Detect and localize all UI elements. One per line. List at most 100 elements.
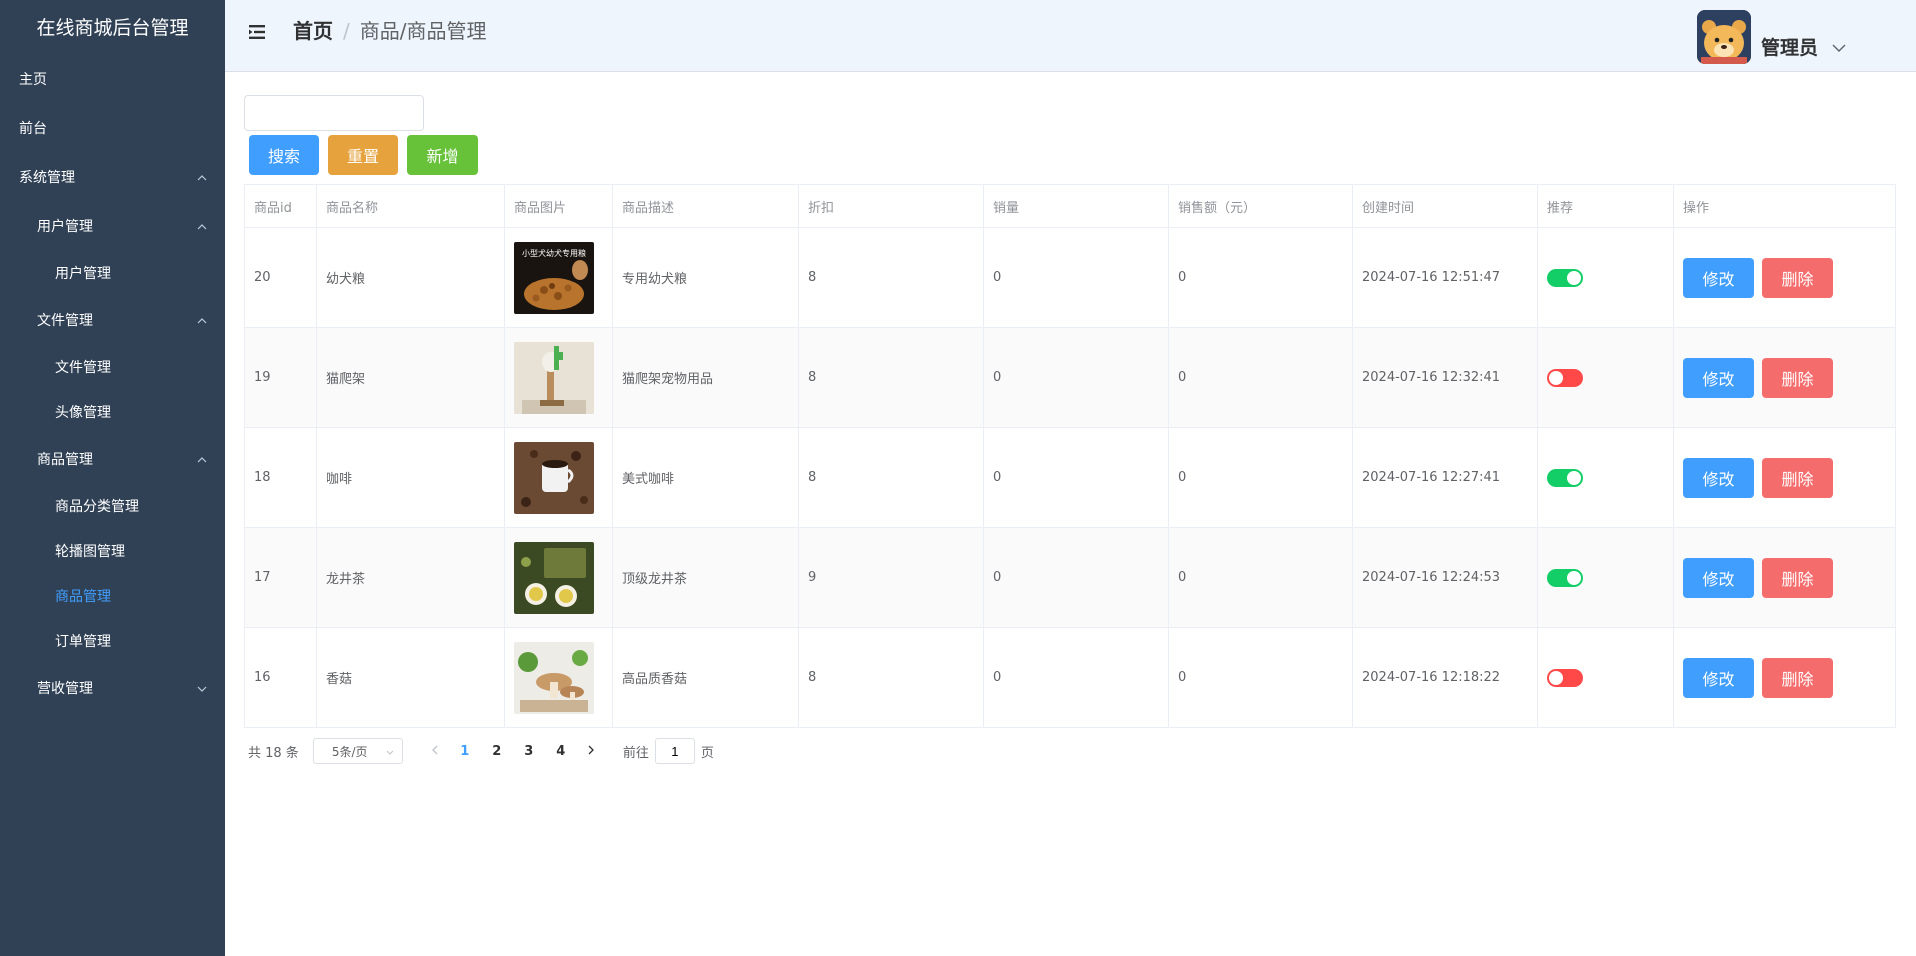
menu-user-manage[interactable]: 用户管理 <box>0 252 225 297</box>
edit-button[interactable]: 修改 <box>1683 257 1754 298</box>
edit-button[interactable]: 修改 <box>1683 657 1754 698</box>
page-number[interactable]: 3 <box>513 744 545 759</box>
col-header: 折扣 <box>798 184 984 228</box>
cell-amount: 0 <box>1168 227 1353 328</box>
col-header: 操作 <box>1673 184 1896 228</box>
prev-page-icon[interactable] <box>421 744 449 759</box>
page-number[interactable]: 4 <box>545 744 577 759</box>
cell-created: 2024-07-16 12:24:53 <box>1352 527 1538 628</box>
edit-button[interactable]: 修改 <box>1683 557 1754 598</box>
menu-file-group-label: 文件管理 <box>37 313 93 329</box>
table-row: 20 幼犬粮 小型犬幼犬专用粮 专用幼犬粮 8 0 0 2024-07-16 1… <box>244 227 1896 328</box>
tea-thumbnail[interactable] <box>514 541 594 614</box>
menu-order-manage-label: 订单管理 <box>55 634 111 650</box>
switch-knob <box>1567 470 1581 485</box>
edit-button[interactable]: 修改 <box>1683 457 1754 498</box>
avatar <box>1696 10 1751 64</box>
mushroom-thumbnail[interactable] <box>514 641 594 714</box>
menu-file-manage[interactable]: 文件管理 <box>0 346 225 391</box>
breadcrumb-current: 商品/商品管理 <box>359 19 487 43</box>
puppy-food-thumbnail[interactable]: 小型犬幼犬专用粮 <box>514 241 594 314</box>
cell-id: 17 <box>244 527 317 628</box>
menu-front-label: 前台 <box>19 121 47 137</box>
goto-page-input[interactable] <box>654 738 695 764</box>
add-button[interactable]: 新增 <box>407 135 478 175</box>
menu-fold-icon[interactable] <box>247 22 267 42</box>
breadcrumb: 首页 / 商品/商品管理 <box>293 0 487 62</box>
menu-user-group[interactable]: 用户管理 <box>0 203 225 252</box>
delete-button[interactable]: 删除 <box>1762 457 1833 498</box>
cell-image <box>504 427 613 528</box>
menu-avatar-manage[interactable]: 头像管理 <box>0 391 225 436</box>
recommend-switch[interactable] <box>1547 368 1583 387</box>
menu-goods-group-label: 商品管理 <box>37 452 93 468</box>
menu-category-manage[interactable]: 商品分类管理 <box>0 485 225 530</box>
search-input[interactable] <box>244 95 424 131</box>
menu-user-manage-label: 用户管理 <box>55 266 111 282</box>
switch-knob <box>1549 670 1563 685</box>
recommend-switch[interactable] <box>1547 468 1583 487</box>
cell-name: 香菇 <box>316 627 505 728</box>
cell-id: 20 <box>244 227 317 328</box>
menu-file-group[interactable]: 文件管理 <box>0 297 225 346</box>
cell-recommend <box>1537 627 1674 728</box>
menu-order-manage[interactable]: 订单管理 <box>0 620 225 665</box>
cell-sales: 0 <box>983 527 1169 628</box>
delete-button[interactable]: 删除 <box>1762 257 1833 298</box>
user-dropdown[interactable]: 管理员 <box>1696 9 1846 65</box>
table-row: 16 香菇 高品质香菇 8 0 0 2024-07-16 12:18:22 修改… <box>244 627 1896 728</box>
cell-discount: 8 <box>798 327 984 428</box>
cell-discount: 8 <box>798 427 984 528</box>
cell-desc: 顶级龙井茶 <box>612 527 799 628</box>
search-button[interactable]: 搜索 <box>249 135 319 175</box>
col-header: 推荐 <box>1537 184 1674 228</box>
cell-created: 2024-07-16 12:51:47 <box>1352 227 1538 328</box>
cell-amount: 0 <box>1168 327 1353 428</box>
delete-button[interactable]: 删除 <box>1762 357 1833 398</box>
col-header: 商品id <box>244 184 317 228</box>
menu-user-group-label: 用户管理 <box>37 219 93 235</box>
menu-goods-group[interactable]: 商品管理 <box>0 436 225 485</box>
cell-recommend <box>1537 427 1674 528</box>
table-header-row: 商品id 商品名称 商品图片 商品描述 折扣 销量 销售额（元） 创建时间 推荐… <box>244 184 1896 228</box>
cell-desc: 猫爬架宠物用品 <box>612 327 799 428</box>
cell-sales: 0 <box>983 627 1169 728</box>
page-number[interactable]: 2 <box>481 744 513 759</box>
reset-button[interactable]: 重置 <box>328 135 398 175</box>
delete-button[interactable]: 删除 <box>1762 557 1833 598</box>
menu-system[interactable]: 系统管理 <box>0 154 225 203</box>
menu-front[interactable]: 前台 <box>0 105 225 154</box>
page-size-select[interactable]: 5条/页 <box>312 738 403 764</box>
menu-revenue[interactable]: 营收管理 <box>0 665 225 714</box>
delete-button[interactable]: 删除 <box>1762 657 1833 698</box>
menu-carousel-manage[interactable]: 轮播图管理 <box>0 530 225 575</box>
cell-image <box>504 327 613 428</box>
cat-tree-thumbnail[interactable] <box>514 341 594 414</box>
recommend-switch[interactable] <box>1547 268 1583 287</box>
cell-image <box>504 527 613 628</box>
cell-amount: 0 <box>1168 527 1353 628</box>
cell-actions: 修改 删除 <box>1673 327 1896 428</box>
menu-goods-manage[interactable]: 商品管理 <box>0 575 225 620</box>
goto-label: 前往 <box>622 745 649 761</box>
recommend-switch[interactable] <box>1547 568 1583 587</box>
coffee-thumbnail[interactable] <box>514 441 594 514</box>
cell-sales: 0 <box>983 327 1169 428</box>
cell-image <box>504 627 613 728</box>
breadcrumb-home[interactable]: 首页 <box>293 19 333 43</box>
cell-actions: 修改 删除 <box>1673 627 1896 728</box>
menu-home[interactable]: 主页 <box>0 56 225 105</box>
recommend-switch[interactable] <box>1547 668 1583 687</box>
cell-name: 咖啡 <box>316 427 505 528</box>
chevron-down-icon <box>197 665 207 714</box>
next-page-icon[interactable] <box>577 744 605 759</box>
cell-image: 小型犬幼犬专用粮 <box>504 227 613 328</box>
menu-category-manage-label: 商品分类管理 <box>55 499 139 515</box>
cell-desc: 专用幼犬粮 <box>612 227 799 328</box>
edit-button[interactable]: 修改 <box>1683 357 1754 398</box>
page-number[interactable]: 1 <box>449 744 481 759</box>
breadcrumb-separator: / <box>343 19 350 43</box>
chevron-down-icon <box>1832 37 1846 56</box>
chevron-down-icon <box>386 744 394 758</box>
cell-id: 18 <box>244 427 317 528</box>
